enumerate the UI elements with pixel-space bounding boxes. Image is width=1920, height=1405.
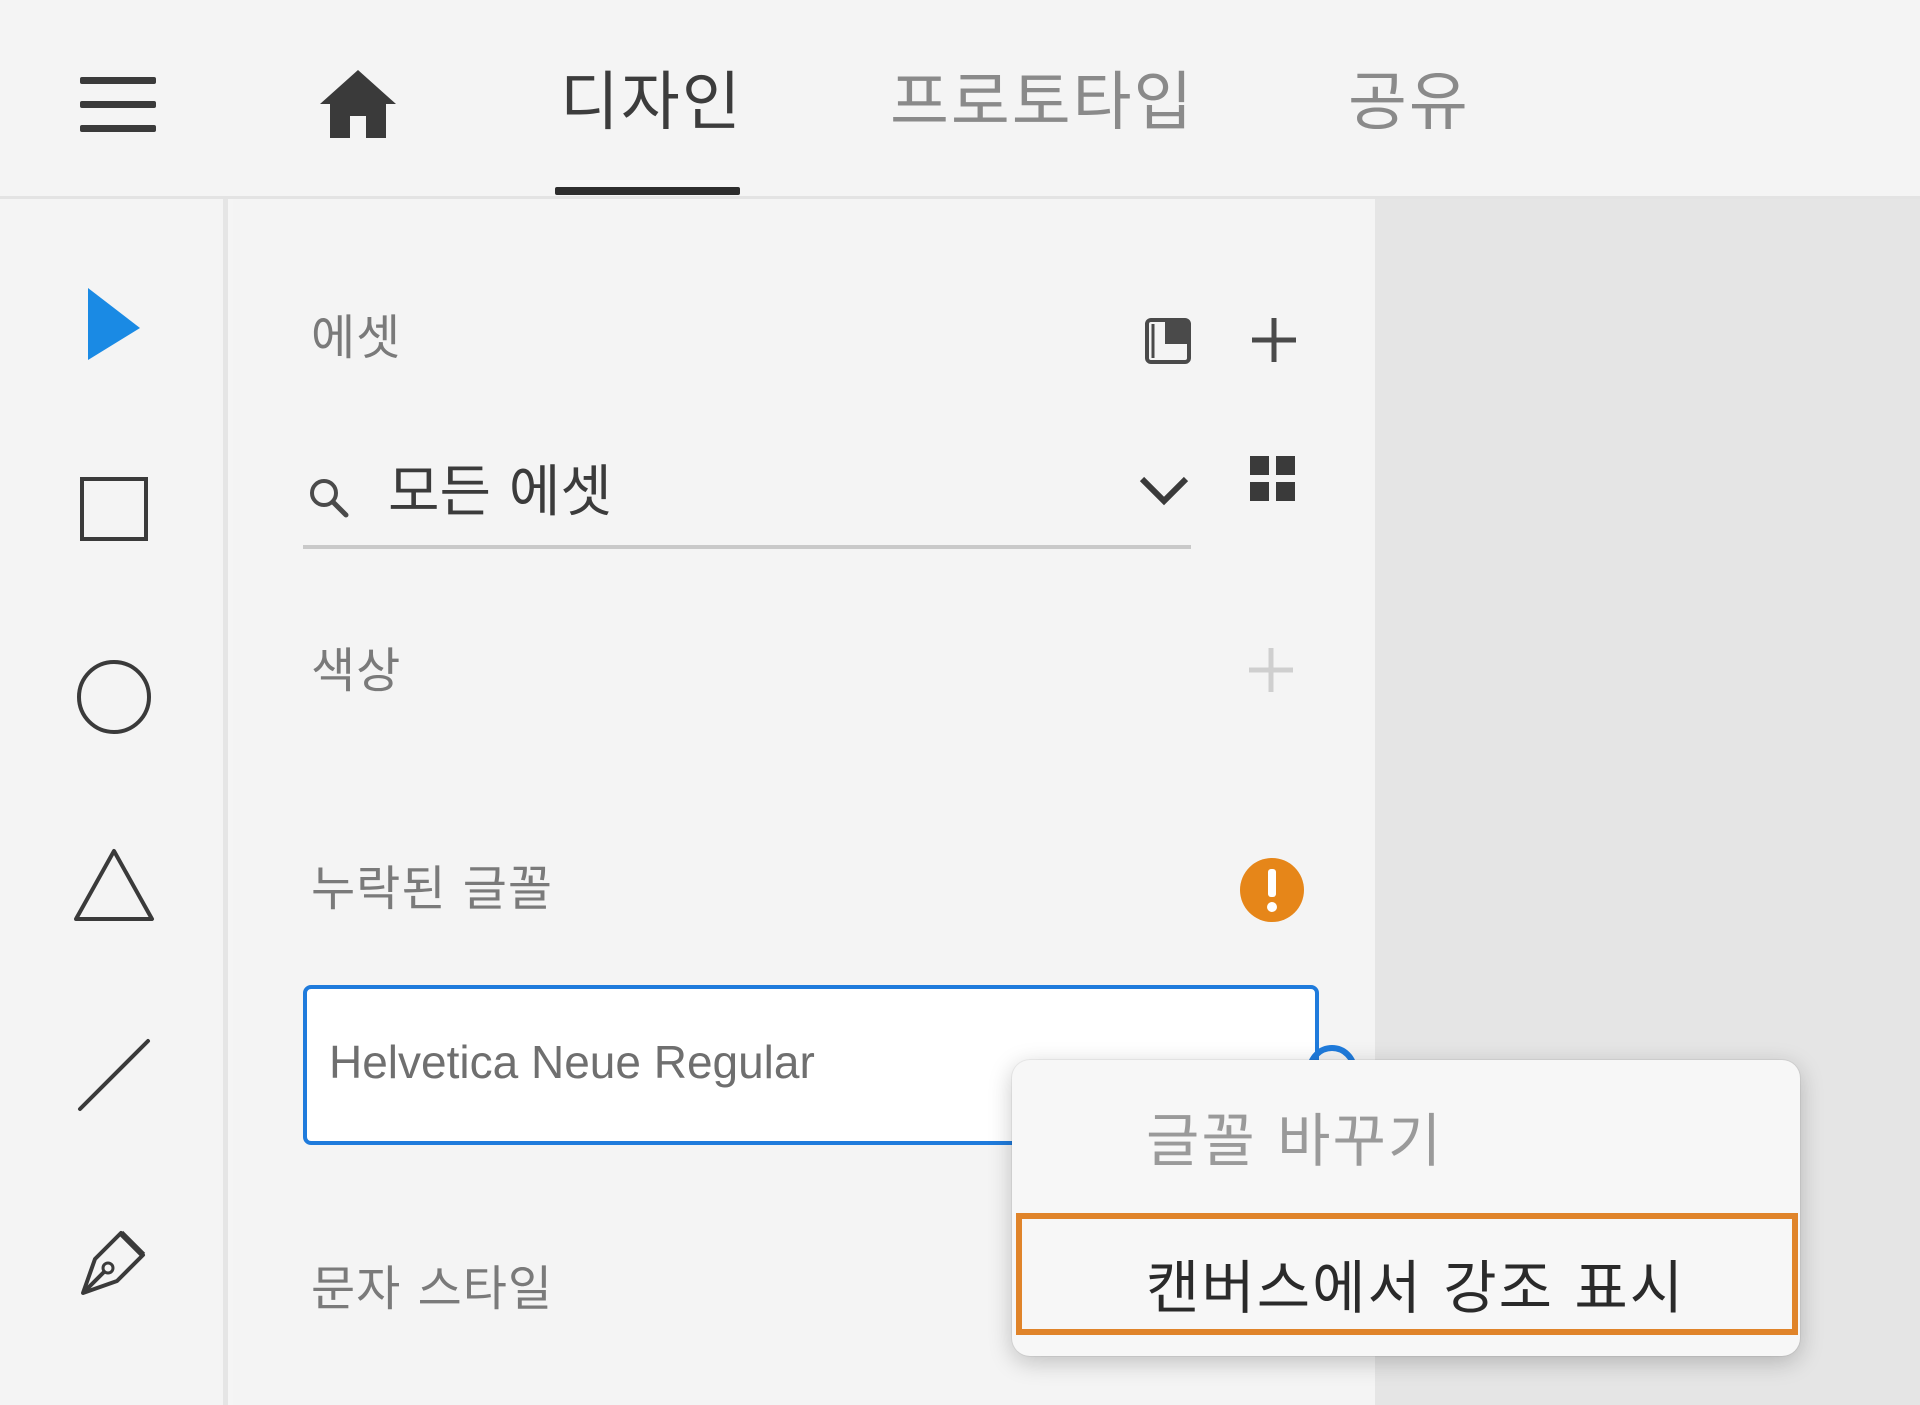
missing-font-name: Helvetica Neue Regular	[329, 1036, 815, 1088]
highlight-on-canvas-menu-item[interactable]: 캔버스에서 강조 표시	[1016, 1213, 1798, 1335]
missing-fonts-title: 누락된 글꼴	[311, 861, 554, 917]
assets-title: 에셋	[311, 310, 402, 366]
asset-filter	[303, 434, 1191, 549]
add-color-icon	[1240, 639, 1302, 701]
tab-design[interactable]: 디자인	[560, 60, 743, 146]
grid-view-icon[interactable]	[1243, 449, 1303, 509]
replace-font-label: 글꼴 바꾸기	[1146, 1107, 1444, 1175]
colors-title: 색상	[311, 643, 402, 699]
ellipse-tool-icon[interactable]	[56, 639, 172, 755]
home-icon[interactable]	[318, 68, 398, 140]
add-asset-icon[interactable]	[1243, 309, 1305, 371]
active-tab-indicator	[555, 187, 740, 195]
pen-tool-icon[interactable]	[56, 1204, 172, 1320]
replace-font-menu-item: 글꼴 바꾸기	[1012, 1066, 1800, 1186]
triangle-tool-icon[interactable]	[56, 827, 172, 943]
tab-prototype[interactable]: 프로토타입	[890, 60, 1194, 146]
library-icon[interactable]	[1138, 309, 1200, 371]
chevron-down-icon[interactable]	[1136, 462, 1192, 518]
line-tool-icon[interactable]	[56, 1017, 172, 1133]
menu-icon[interactable]	[80, 75, 156, 135]
highlight-on-canvas-label: 캔버스에서 강조 표시	[1146, 1254, 1686, 1322]
rectangle-tool-icon[interactable]	[56, 451, 172, 567]
tab-share[interactable]: 공유	[1348, 60, 1470, 146]
tool-bar	[0, 199, 228, 1405]
warning-icon	[1237, 855, 1307, 925]
asset-search-input[interactable]	[388, 452, 1108, 522]
search-icon	[303, 472, 353, 522]
character-styles-title: 문자 스타일	[311, 1261, 554, 1317]
select-tool-icon[interactable]	[56, 266, 172, 382]
top-bar: 디자인 프로토타입 공유	[0, 0, 1920, 199]
context-menu: 글꼴 바꾸기 캔버스에서 강조 표시	[1012, 1060, 1800, 1356]
